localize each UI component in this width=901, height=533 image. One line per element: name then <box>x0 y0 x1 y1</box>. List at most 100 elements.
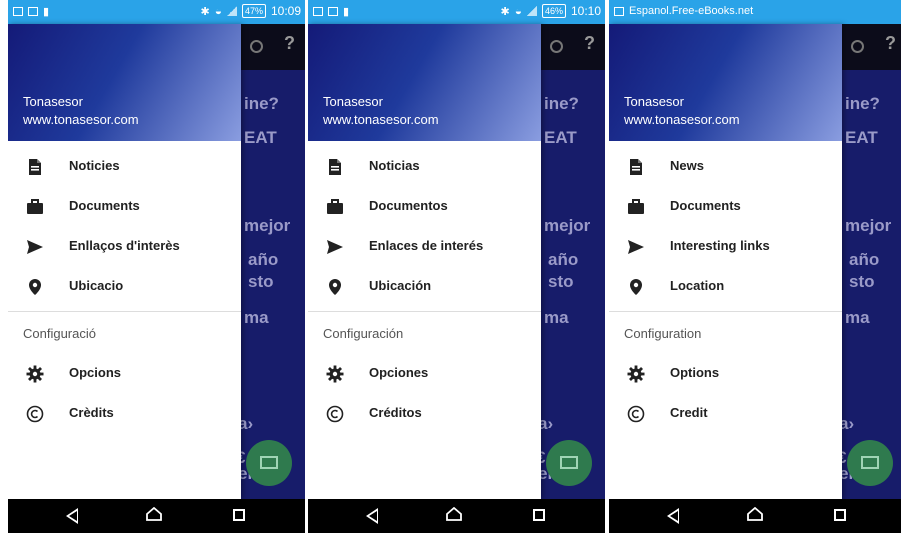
drawer-item-1[interactable]: Documentos <box>308 187 541 227</box>
battery-indicator: 46% <box>541 4 566 18</box>
background-text: EAT <box>845 128 878 147</box>
background-text: sto <box>548 272 574 291</box>
search-icon[interactable] <box>250 40 263 53</box>
drawer-item-3[interactable]: Ubicacio <box>8 267 241 307</box>
recents-button[interactable] <box>233 509 245 521</box>
phone-screen-english: ?ine?EATmejorañostomaa›€enEspanol.Free-e… <box>609 0 901 533</box>
phone-icon: ▮ <box>343 6 350 18</box>
background-text: año <box>548 250 579 269</box>
mail-fab-button[interactable] <box>847 440 893 486</box>
system-nav-bar <box>308 499 605 533</box>
drawer-item-label: Documents <box>670 198 741 213</box>
drawer-item-label: Ubicación <box>369 278 432 293</box>
clock: 10:09 <box>270 4 301 18</box>
drawer-item-0[interactable]: Noticias <box>308 147 541 187</box>
section-title: Configuració <box>23 326 96 341</box>
drawer-item-3[interactable]: Ubicación <box>308 267 541 307</box>
briefcase-icon <box>26 198 44 216</box>
config-item-1[interactable]: Credit <box>609 394 842 434</box>
config-item-0[interactable]: Opciones <box>308 354 541 394</box>
section-title: Configuration <box>624 326 702 341</box>
battery-indicator: 47% <box>241 4 266 18</box>
drawer-header: Tonasesor www.tonasesor.com <box>8 24 241 141</box>
drawer-divider <box>8 311 241 312</box>
drawer-item-0[interactable]: Noticies <box>8 147 241 187</box>
drawer-item-2[interactable]: Enlaces de interés <box>308 227 541 267</box>
help-icon[interactable]: ? <box>885 33 896 54</box>
search-icon[interactable] <box>851 40 864 53</box>
background-text: año <box>248 250 279 269</box>
config-item-1[interactable]: Créditos <box>308 394 541 434</box>
config-item-label: Opciones <box>369 365 429 380</box>
help-icon[interactable]: ? <box>284 33 295 54</box>
drawer-item-label: Documentos <box>369 198 448 213</box>
wifi-icon: ◒ <box>514 4 522 18</box>
background-text: año <box>849 250 880 269</box>
drawer-item-label: Ubicacio <box>69 278 124 293</box>
signal-icon <box>226 6 237 16</box>
back-button[interactable] <box>366 508 378 524</box>
recents-button[interactable] <box>533 509 545 521</box>
config-item-label: Créditos <box>369 405 422 420</box>
drawer-item-label: News <box>670 158 704 173</box>
location-pin-icon <box>326 278 344 296</box>
account-url: www.tonasesor.com <box>624 112 740 127</box>
drawer-item-2[interactable]: Interesting links <box>609 227 842 267</box>
document-icon <box>627 158 645 176</box>
background-text: ine? <box>845 94 880 113</box>
document-icon <box>326 158 344 176</box>
config-item-0[interactable]: Opcions <box>8 354 241 394</box>
drawer-item-label: Enllaços d'interès <box>69 238 180 253</box>
gear-icon <box>26 365 44 383</box>
status-bar: ▮ ✱ ◒ 46% 10:10 <box>308 0 605 24</box>
send-icon <box>26 238 44 256</box>
recents-button[interactable] <box>834 509 846 521</box>
back-button[interactable] <box>667 508 679 524</box>
drawer-item-label: Noticies <box>69 158 120 173</box>
drawer-item-label: Location <box>670 278 725 293</box>
background-text: sto <box>849 272 875 291</box>
config-item-label: Opcions <box>69 365 122 380</box>
search-icon[interactable] <box>550 40 563 53</box>
drawer-item-label: Documents <box>69 198 140 213</box>
drawer-item-3[interactable]: Location <box>609 267 842 307</box>
config-item-1[interactable]: Crèdits <box>8 394 241 434</box>
mail-notification-icon <box>28 7 38 16</box>
phone-screen-catalan: ?ine?EATmejorañostomaa›€en▮✱◒47%10:09Ton… <box>8 0 305 533</box>
mail-icon <box>560 456 578 469</box>
drawer-divider <box>609 311 842 312</box>
copyright-icon <box>326 405 344 423</box>
drawer-header: Tonasesor www.tonasesor.com <box>609 24 842 141</box>
background-text: EAT <box>244 128 277 147</box>
background-text: ma <box>544 308 569 327</box>
drawer-item-label: Enlaces de interés <box>369 238 484 253</box>
drawer-item-1[interactable]: Documents <box>609 187 842 227</box>
navigation-drawer: Tonasesor www.tonasesor.com Noticies Docume… <box>8 24 241 499</box>
account-url: www.tonasesor.com <box>23 112 139 127</box>
send-icon <box>326 238 344 256</box>
drawer-item-1[interactable]: Documents <box>8 187 241 227</box>
drawer-item-2[interactable]: Enllaços d'interès <box>8 227 241 267</box>
copyright-icon <box>26 405 44 423</box>
notification-icon <box>313 7 323 16</box>
gear-icon <box>627 365 645 383</box>
home-button[interactable] <box>747 507 763 521</box>
system-nav-bar <box>8 499 305 533</box>
background-text: mejor <box>244 216 291 235</box>
status-bar: Espanol.Free-eBooks.net <box>609 0 901 24</box>
background-text: EAT <box>544 128 577 147</box>
phone-screen-spanish: ?ine?EATmejorañostomaa›€en▮✱◒46%10:10Ton… <box>308 0 605 533</box>
navigation-drawer: Tonasesor www.tonasesor.com Noticias Docume… <box>308 24 541 499</box>
document-icon <box>26 158 44 176</box>
config-item-0[interactable]: Options <box>609 354 842 394</box>
home-button[interactable] <box>146 507 162 521</box>
phone-icon: ▮ <box>43 6 50 18</box>
home-button[interactable] <box>446 507 462 521</box>
signal-icon <box>526 6 537 16</box>
briefcase-icon <box>627 198 645 216</box>
back-button[interactable] <box>66 508 78 524</box>
help-icon[interactable]: ? <box>584 33 595 54</box>
mail-fab-button[interactable] <box>546 440 592 486</box>
mail-fab-button[interactable] <box>246 440 292 486</box>
drawer-item-0[interactable]: News <box>609 147 842 187</box>
